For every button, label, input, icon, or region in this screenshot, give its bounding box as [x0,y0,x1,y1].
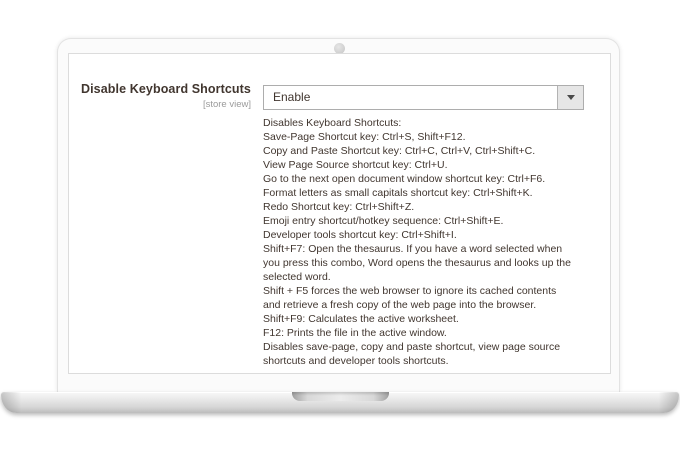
help-text-line: Go to the next open document window shor… [263,173,546,185]
help-text-line: Disables save-page, copy and paste short… [263,341,561,353]
chevron-down-icon[interactable] [557,86,583,109]
laptop-base [1,392,679,413]
help-text-line: selected word. [263,271,331,283]
field-scope-label: [store view] [202,99,251,110]
settings-field-row: Disable Keyboard Shortcuts [store view] … [69,54,610,373]
help-text-line: Shift+F7: Open the thesaurus. If you hav… [263,243,563,255]
help-text-line: Emoji entry shortcut/hotkey sequence: Ct… [263,215,504,227]
page-root: Disable Keyboard Shortcuts [store view] … [0,0,680,450]
help-text-line: Shift+F9: Calculates the active workshee… [263,313,459,325]
laptop-screen: Disable Keyboard Shortcuts [store view] … [57,38,620,392]
field-label: Disable Keyboard Shortcuts [80,82,251,96]
help-text-line: View Page Source shortcut key: Ctrl+U. [263,159,448,171]
select-value: Enable [273,90,311,104]
help-text-line: F12: Prints the file in the active windo… [263,327,447,339]
help-text-line: Redo Shortcut key: Ctrl+Shift+Z. [263,201,415,213]
laptop-base-notch [292,392,389,401]
help-text-line: Disables Keyboard Shortcuts: [263,117,402,129]
help-text-line: and retrieve a fresh copy of the web pag… [263,299,537,311]
triangle-glyph [566,95,575,100]
help-text-line: Format letters as small capitals shortcu… [263,187,533,199]
help-text-line: Save-Page Shortcut key: Ctrl+S, Shift+F1… [263,131,466,143]
field-help-text: Disables Keyboard Shortcuts: Save-Page Sh… [263,116,603,368]
help-text-line: Copy and Paste Shortcut key: Ctrl+C, Ctr… [263,145,536,157]
screen-content: Disable Keyboard Shortcuts [store view] … [68,53,611,374]
help-text-line: Developer tools shortcut key: Ctrl+Shift… [263,229,457,241]
help-text-line: Shift + F5 forces the web browser to ign… [263,285,557,297]
help-text-line: shortcuts and developer tools shortcuts. [263,355,449,367]
disable-shortcuts-select[interactable]: Enable [263,85,584,110]
field-label-column: Disable Keyboard Shortcuts [store view] [69,82,251,110]
help-text-line: you press this combo, Word opens the the… [263,257,571,269]
